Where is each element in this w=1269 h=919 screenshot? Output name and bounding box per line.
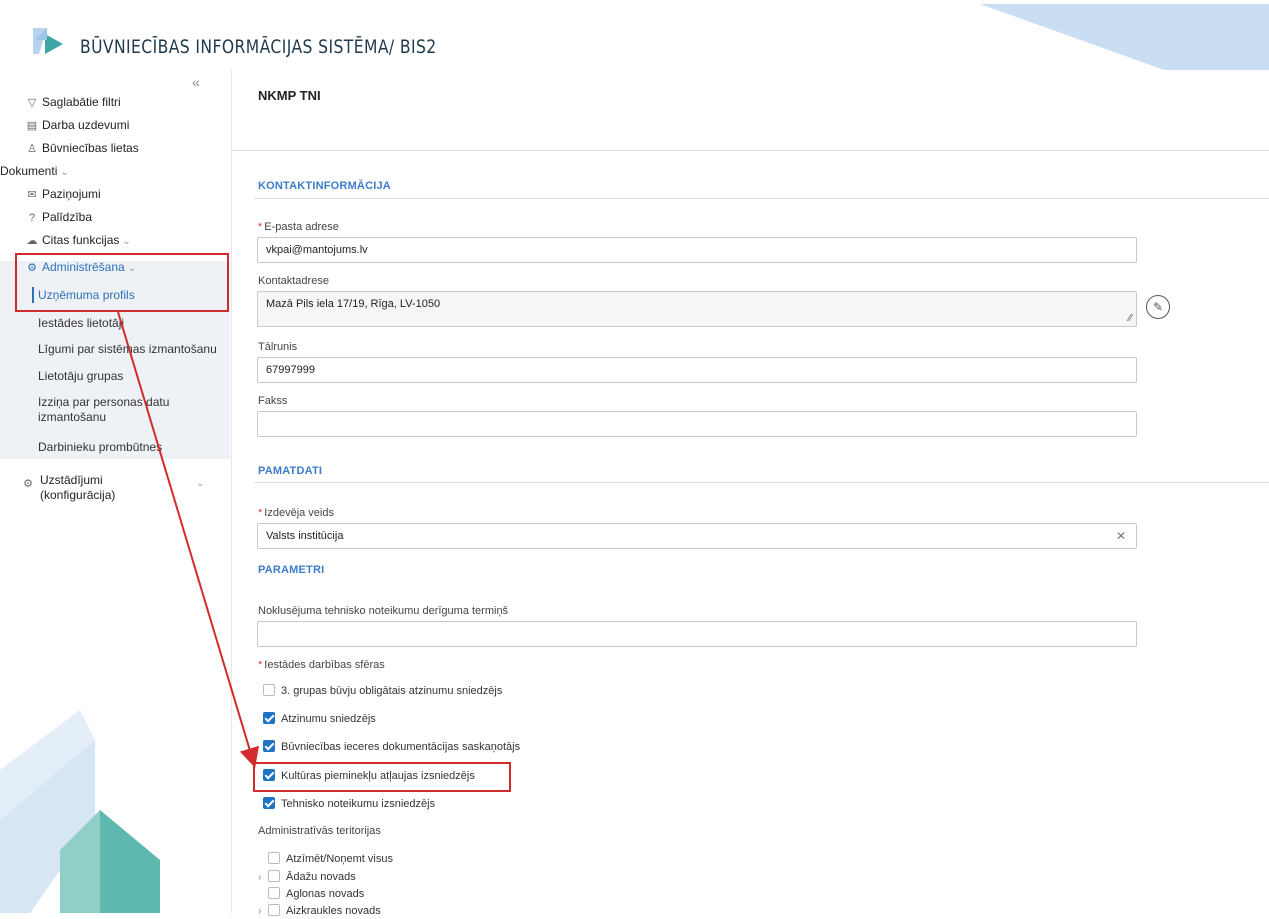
resize-handle-icon[interactable]: ⁄⁄	[1129, 313, 1132, 324]
cloud-icon: ☁	[26, 235, 38, 247]
sphere-checkbox[interactable]: Būvniecības ieceres dokumentācijas saska…	[263, 739, 520, 755]
default-term-label: Noklusējuma tehnisko noteikumu derīguma …	[258, 605, 509, 617]
section-contact-heading: KONTAKTINFORMĀCIJA	[258, 180, 391, 192]
sidebar-decoration	[0, 710, 160, 913]
select-all-checkbox[interactable]: Atzīmēt/Noņemt visus	[268, 852, 393, 866]
checkbox-unchecked-icon[interactable]	[268, 870, 280, 883]
sidebar-item-settings[interactable]: ⚙ Uzstādījumi (konfigurācija)	[23, 473, 146, 505]
checkbox-unchecked-icon[interactable]	[263, 684, 275, 697]
divider	[254, 482, 1269, 483]
email-label: * E-pasta adrese	[258, 221, 339, 233]
sidebar-item-notifications[interactable]: ✉ Paziņojumi	[26, 185, 100, 203]
sidebar-subitem-user-groups[interactable]: Lietotāju grupas	[38, 369, 123, 384]
address-label: Kontaktadrese	[258, 275, 329, 287]
settings-icon: ⚙	[23, 478, 33, 490]
sidebar-item-tasks[interactable]: ▤ Darba uzdevumi	[26, 116, 130, 134]
header-decoration	[980, 4, 1269, 72]
collapse-sidebar-button[interactable]: «	[192, 74, 200, 90]
sidebar-subitem-institution-users[interactable]: Iestādes lietotāji	[38, 316, 124, 331]
sidebar-subitem-employee-absences[interactable]: Darbinieku prombūtnes	[38, 440, 162, 455]
sidebar-subitem-system-agreements[interactable]: Līgumi par sistēmas izmantošanu	[38, 342, 217, 357]
bis-logo-icon	[33, 28, 63, 54]
highlight-box-culture-permit	[253, 762, 511, 792]
fax-label: Fakss	[258, 395, 288, 407]
highlight-box-admin	[15, 253, 229, 312]
territories-label: Administratīvās teritorijas	[258, 825, 381, 837]
chevron-right-icon[interactable]: ›	[258, 871, 268, 885]
filter-icon: ▽	[27, 97, 37, 109]
clipboard-icon: ▤	[26, 120, 38, 132]
territory-item[interactable]: › Ādažu novads	[258, 870, 356, 884]
chevron-right-icon[interactable]: ›	[258, 905, 268, 919]
sidebar-item-saved-filters[interactable]: ▽ Saglabātie filtri	[26, 93, 121, 111]
help-icon: ?	[28, 212, 36, 224]
clear-icon[interactable]: ✕	[1116, 529, 1126, 543]
edit-address-button[interactable]: ✎	[1146, 295, 1170, 319]
pencil-icon: ✎	[1152, 300, 1164, 314]
chevron-down-icon: ⌄	[60, 167, 69, 178]
phone-field[interactable]: 67997999	[257, 357, 1137, 383]
phone-label: Tālrunis	[258, 341, 298, 353]
sidebar-item-documents[interactable]: Dokumenti ⌄	[0, 162, 69, 180]
app-title: BŪVNIECĪBAS INFORMĀCIJAS SISTĒMA/ BIS2	[80, 36, 437, 58]
sphere-checkbox[interactable]: 3. grupas būvju obligātais atzinumu snie…	[263, 683, 502, 699]
checkbox-checked-icon[interactable]	[263, 797, 275, 810]
spheres-label: * Iestādes darbības sfēras	[258, 659, 385, 671]
sidebar-item-construction-cases[interactable]: ♙ Būvniecības lietas	[26, 139, 139, 157]
issuer-type-label: * Izdevēja veids	[258, 507, 334, 519]
chevron-down-icon: ⌄	[122, 236, 131, 247]
sphere-checkbox[interactable]: Atzinumu sniedzējs	[263, 711, 376, 727]
app-header: BŪVNIECĪBAS INFORMĀCIJAS SISTĒMA/ BIS2	[0, 0, 1269, 72]
sidebar-subitem-personal-data-report[interactable]: Izziņa par personas datu izmantošanu	[38, 395, 208, 425]
territory-item[interactable]: › Aizkraukles novads	[258, 904, 381, 918]
section-basic-heading: PAMATDATI	[258, 465, 323, 477]
checkbox-checked-icon[interactable]	[263, 712, 275, 725]
territory-item[interactable]: Aglonas novads	[268, 887, 364, 901]
page-title: NKMP TNI	[258, 88, 321, 103]
divider	[254, 198, 1269, 199]
section-params-heading: PARAMETRI	[258, 564, 325, 576]
message-icon: ✉	[27, 189, 37, 201]
address-textarea[interactable]: Mazā Pils iela 17/19, Rīga, LV-1050 ⁄⁄	[257, 291, 1137, 327]
fax-field[interactable]	[257, 411, 1137, 437]
checkbox-unchecked-icon[interactable]	[268, 852, 280, 865]
sidebar: « ▽ Saglabātie filtri ▤ Darba uzdevumi ♙ Bū…	[0, 70, 230, 913]
checkbox-checked-icon[interactable]	[263, 740, 275, 753]
person-icon: ♙	[27, 143, 37, 155]
sidebar-item-other-functions[interactable]: ☁ Citas funkcijas ⌄	[26, 231, 131, 249]
checkbox-unchecked-icon[interactable]	[268, 904, 280, 917]
default-term-field[interactable]	[257, 621, 1137, 647]
title-divider	[232, 150, 1269, 151]
chevron-down-icon: ⌄	[196, 478, 205, 489]
sidebar-item-help[interactable]: ? Palīdzība	[26, 208, 92, 226]
email-field[interactable]: vkpai@mantojums.lv	[257, 237, 1137, 263]
sphere-checkbox[interactable]: Tehnisko noteikumu izsniedzējs	[263, 796, 435, 812]
issuer-type-select[interactable]: Valsts institūcija ✕	[257, 523, 1137, 549]
checkbox-unchecked-icon[interactable]	[268, 887, 280, 900]
